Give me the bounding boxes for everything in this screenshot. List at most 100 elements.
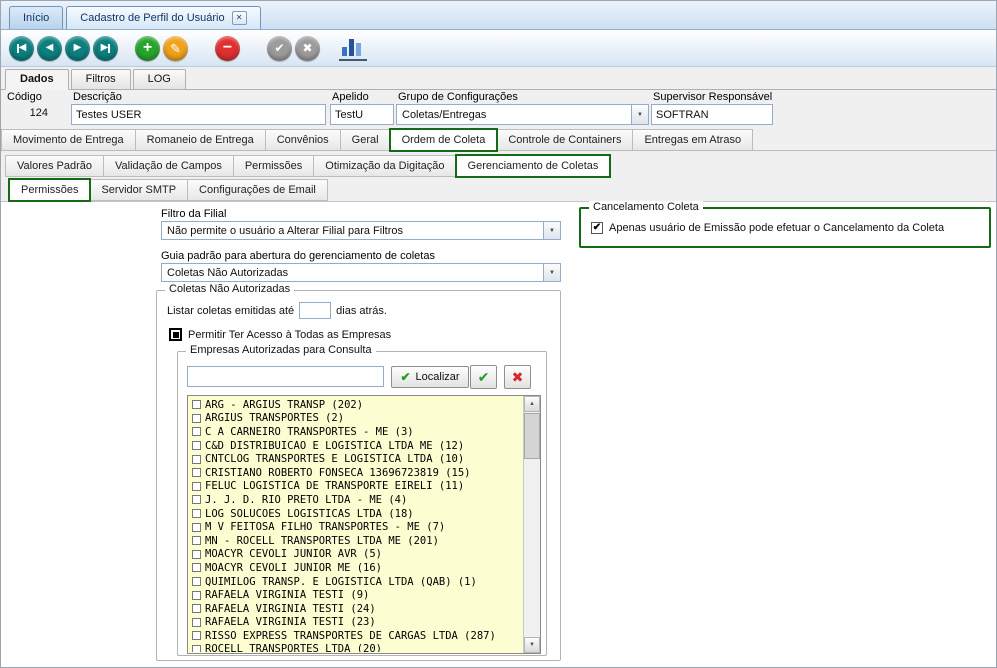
company-checkbox[interactable]: [192, 441, 201, 450]
company-checkbox[interactable]: [192, 509, 201, 518]
subsection-tab[interactable]: Permissões: [9, 179, 90, 201]
company-row[interactable]: RAFAELA VIRGINIA TESTI (9): [189, 588, 522, 602]
module-tab[interactable]: Entregas em Atraso: [632, 129, 753, 151]
clear-selection-button[interactable]: ✖: [504, 365, 531, 389]
company-name: ROCELL TRANSPORTES LTDA (20): [205, 643, 382, 652]
section-tab[interactable]: Otimização da Digitação: [313, 155, 456, 177]
main-tab[interactable]: LOG: [133, 69, 186, 89]
delete-record-button[interactable]: −: [215, 36, 240, 61]
edit-record-button[interactable]: ✎: [163, 36, 188, 61]
apelido-input[interactable]: [330, 104, 394, 125]
scroll-down-button[interactable]: ▼: [524, 637, 540, 653]
module-tab[interactable]: Ordem de Coleta: [390, 129, 498, 151]
company-checkbox[interactable]: [192, 631, 201, 640]
tab-cadastro-perfil-usuario[interactable]: Cadastro de Perfil do Usuário ✕: [66, 6, 260, 29]
company-checkbox[interactable]: [192, 400, 201, 409]
descricao-input[interactable]: [71, 104, 326, 125]
grupo-configuracoes-combobox[interactable]: Coletas/Entregas ▼: [396, 104, 649, 125]
confirm-selection-button[interactable]: ✔: [470, 365, 497, 389]
empresa-search-input[interactable]: [187, 366, 384, 387]
company-row[interactable]: ROCELL TRANSPORTES LTDA (20): [189, 643, 522, 652]
subsection-tab-label: Permissões: [21, 184, 78, 196]
cancelamento-checkbox[interactable]: ✔: [591, 222, 603, 234]
company-row[interactable]: MN - ROCELL TRANSPORTES LTDA ME (201): [189, 534, 522, 548]
localizar-button[interactable]: ✔ Localizar: [391, 366, 469, 388]
company-row[interactable]: RAFAELA VIRGINIA TESTI (23): [189, 616, 522, 630]
filtro-filial-label: Filtro da Filial: [161, 208, 226, 220]
company-checkbox[interactable]: [192, 577, 201, 586]
previous-record-button[interactable]: ◀: [37, 36, 62, 61]
company-checkbox[interactable]: [192, 495, 201, 504]
section-tab[interactable]: Validação de Campos: [103, 155, 234, 177]
company-row[interactable]: C A CARNEIRO TRANSPORTES - ME (3): [189, 425, 522, 439]
scroll-up-button[interactable]: ▲: [524, 396, 540, 412]
next-record-button[interactable]: ▶: [65, 36, 90, 61]
chart-button[interactable]: [339, 35, 367, 61]
module-tab[interactable]: Romaneio de Entrega: [135, 129, 266, 151]
company-name: LOG SOLUCOES LOGISTICAS LTDA (18): [205, 508, 414, 520]
company-checkbox[interactable]: [192, 645, 201, 652]
company-row[interactable]: LOG SOLUCOES LOGISTICAS LTDA (18): [189, 507, 522, 521]
company-row[interactable]: J. J. D. RIO PRETO LTDA - ME (4): [189, 493, 522, 507]
guia-padrao-combobox[interactable]: Coletas Não Autorizadas ▼: [161, 263, 561, 282]
company-checkbox[interactable]: [192, 563, 201, 572]
confirm-button[interactable]: ✔: [267, 36, 292, 61]
subsection-tab[interactable]: Configurações de Email: [187, 179, 328, 201]
add-record-button[interactable]: +: [135, 36, 160, 61]
company-checkbox[interactable]: [192, 482, 201, 491]
company-checkbox[interactable]: [192, 414, 201, 423]
company-row[interactable]: RAFAELA VIRGINIA TESTI (24): [189, 602, 522, 616]
section-tab[interactable]: Permissões: [233, 155, 314, 177]
chevron-down-icon[interactable]: ▼: [543, 264, 560, 281]
permitir-todas-empresas-checkbox[interactable]: [169, 328, 182, 341]
company-row[interactable]: CNTCLOG TRANSPORTES E LOGISTICA LTDA (10…: [189, 452, 522, 466]
cancel-button[interactable]: ✖: [295, 36, 320, 61]
company-row[interactable]: CRISTIANO ROBERTO FONSECA 13696723819 (1…: [189, 466, 522, 480]
company-row[interactable]: ARGIUS TRANSPORTES (2): [189, 412, 522, 426]
empresas-groupbox-title: Empresas Autorizadas para Consulta: [186, 344, 376, 356]
company-checkbox[interactable]: [192, 550, 201, 559]
company-row[interactable]: MOACYR CEVOLI JUNIOR AVR (5): [189, 548, 522, 562]
company-list[interactable]: ARG - ARGIUS TRANSP (202) ARGIUS TRANSPO…: [189, 398, 522, 652]
company-checkbox[interactable]: [192, 455, 201, 464]
company-row[interactable]: C&D DISTRIBUICAO E LOGISTICA LTDA ME (12…: [189, 439, 522, 453]
module-tab[interactable]: Controle de Containers: [496, 129, 633, 151]
company-checkbox[interactable]: [192, 468, 201, 477]
module-tab[interactable]: Convênios: [265, 129, 341, 151]
section-tab[interactable]: Valores Padrão: [5, 155, 104, 177]
company-row[interactable]: FELUC LOGISTICA DE TRANSPORTE EIRELI (11…: [189, 480, 522, 494]
company-checkbox[interactable]: [192, 536, 201, 545]
vertical-scrollbar[interactable]: ▲ ▼: [523, 396, 540, 653]
close-tab-icon[interactable]: ✕: [232, 11, 247, 25]
supervisor-input[interactable]: [651, 104, 773, 125]
chevron-down-icon[interactable]: ▼: [631, 105, 648, 124]
chevron-down-icon[interactable]: ▼: [543, 222, 560, 239]
company-checkbox[interactable]: [192, 427, 201, 436]
dias-atras-input[interactable]: [299, 302, 331, 319]
company-checkbox[interactable]: [192, 604, 201, 613]
company-row[interactable]: ARG - ARGIUS TRANSP (202): [189, 398, 522, 412]
company-checkbox[interactable]: [192, 618, 201, 627]
last-record-button[interactable]: ▶: [93, 36, 118, 61]
subsection-tab[interactable]: Servidor SMTP: [89, 179, 188, 201]
section-tab[interactable]: Gerenciamento de Coletas: [456, 155, 611, 177]
company-name: MN - ROCELL TRANSPORTES LTDA ME (201): [205, 535, 439, 547]
first-record-button[interactable]: ◀: [9, 36, 34, 61]
module-tab[interactable]: Geral: [340, 129, 391, 151]
filtro-filial-combobox[interactable]: Não permite o usuário a Alterar Filial p…: [161, 221, 561, 240]
company-checkbox[interactable]: [192, 523, 201, 532]
subsection-tab-label: Configurações de Email: [199, 184, 316, 196]
company-row[interactable]: QUIMILOG TRANSP. E LOGISTICA LTDA (QAB) …: [189, 575, 522, 589]
module-tab-label: Romaneio de Entrega: [147, 134, 254, 146]
module-tab[interactable]: Movimento de Entrega: [1, 129, 136, 151]
main-tab[interactable]: Dados: [5, 69, 69, 90]
main-tab[interactable]: Filtros: [71, 69, 131, 89]
company-row[interactable]: RISSO EXPRESS TRANSPORTES DE CARGAS LTDA…: [189, 629, 522, 643]
section-tab-label: Otimização da Digitação: [325, 160, 444, 172]
check-icon: ✔: [274, 42, 284, 54]
tab-inicio[interactable]: Início: [9, 6, 63, 29]
company-checkbox[interactable]: [192, 591, 201, 600]
company-row[interactable]: M V FEITOSA FILHO TRANSPORTES - ME (7): [189, 520, 522, 534]
company-row[interactable]: MOACYR CEVOLI JUNIOR ME (16): [189, 561, 522, 575]
scroll-thumb[interactable]: [524, 413, 540, 459]
